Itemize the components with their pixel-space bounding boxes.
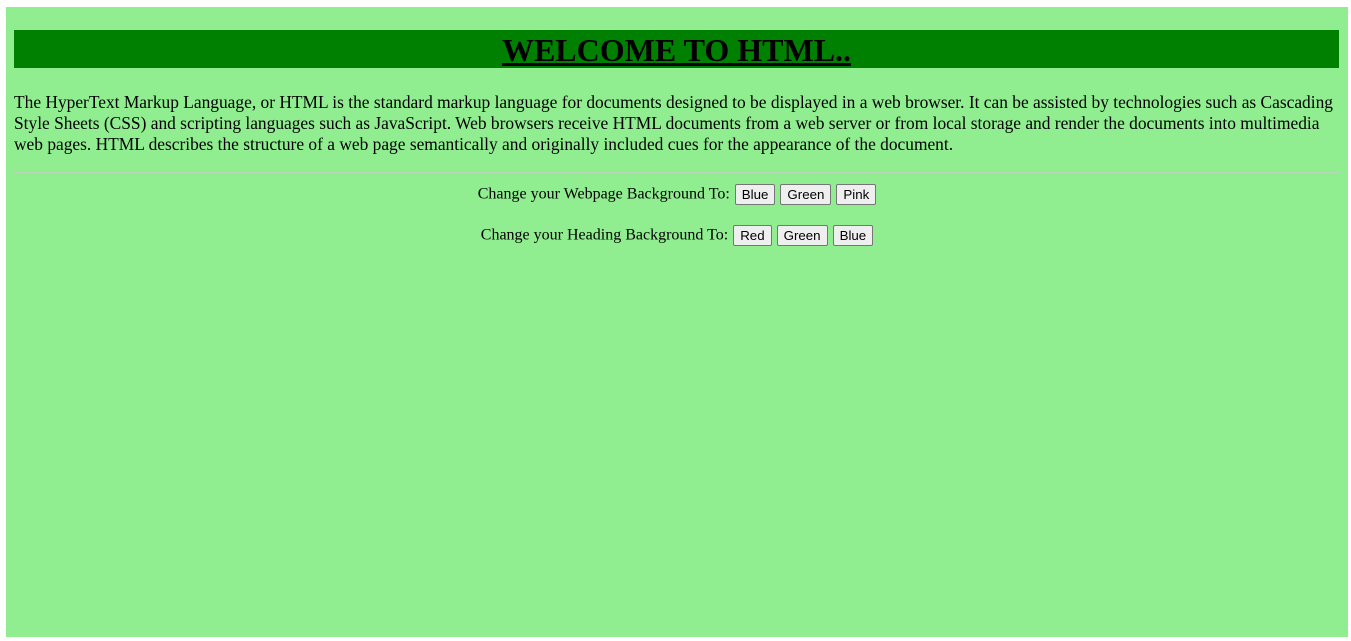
page-heading: WELCOME TO HTML.. [14,30,1339,68]
page-bg-pink-button[interactable]: Pink [836,183,877,205]
page-viewport: WELCOME TO HTML.. The HyperText Markup L… [6,7,1348,637]
heading-background-controls: Change your Heading Background To: Red G… [14,224,1340,246]
page-background-label: Change your Webpage Background To: [477,185,730,203]
page-background-controls: Change your Webpage Background To: Blue … [14,183,1340,205]
page-bg-green-button[interactable]: Green [780,183,832,205]
intro-paragraph: The HyperText Markup Language, or HTML i… [14,92,1333,154]
page-bg-blue-button[interactable]: Blue [734,183,776,205]
heading-bg-green-button[interactable]: Green [776,224,828,246]
heading-bg-blue-button[interactable]: Blue [832,224,874,246]
divider [14,172,1340,173]
heading-bg-red-button[interactable]: Red [733,224,772,246]
heading-background-label: Change your Heading Background To: [480,226,729,244]
